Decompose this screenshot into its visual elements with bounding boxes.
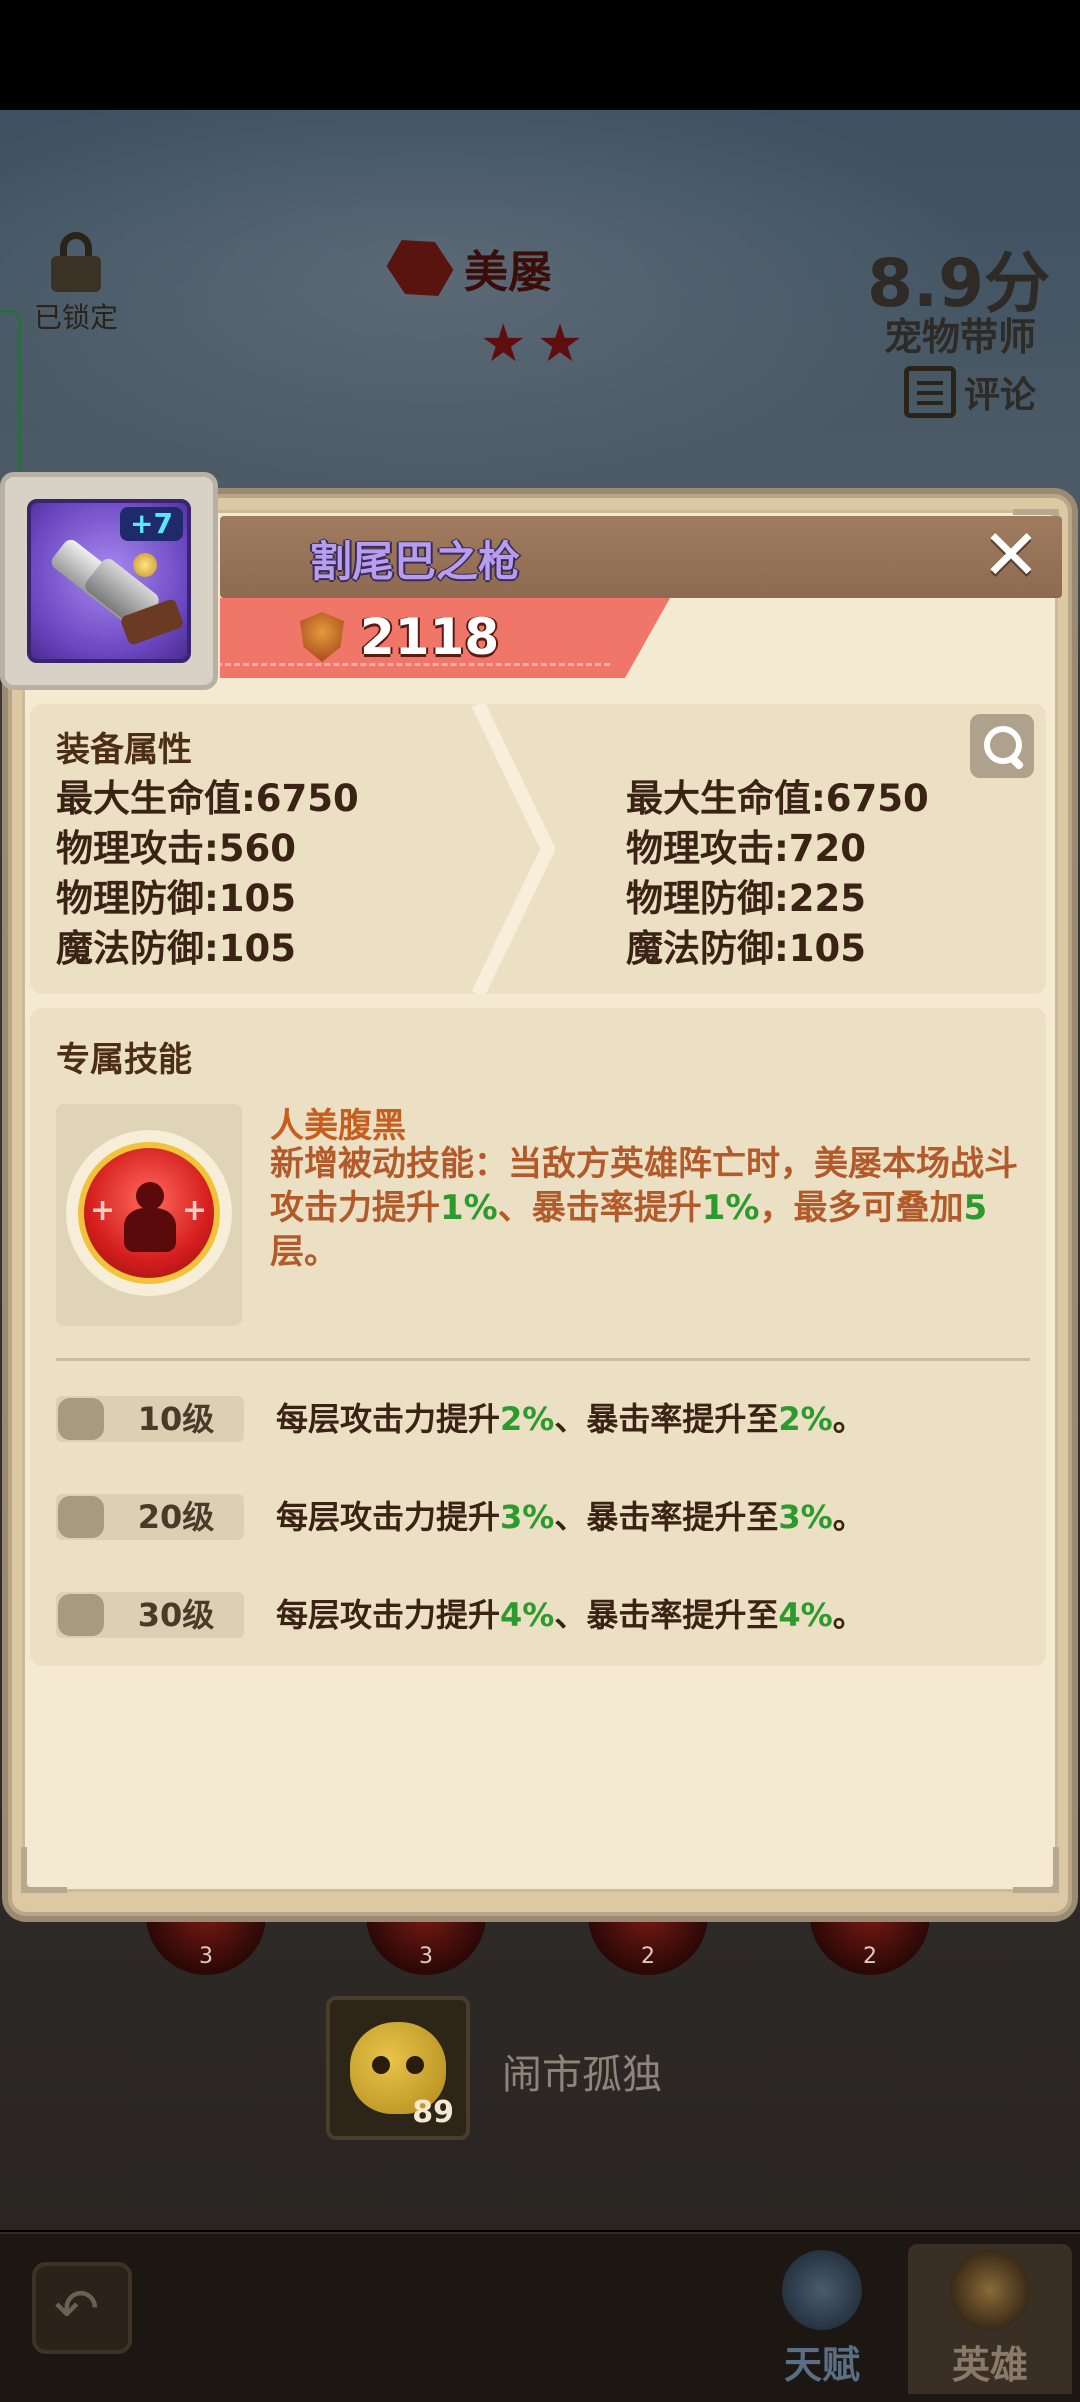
stat-phys-defense: 物理防御:105 [56, 877, 297, 920]
lock-label: 已锁定 [33, 301, 118, 334]
stats-title: 装备属性 [56, 730, 192, 770]
tab-hero-label: 英雄 [951, 2343, 1028, 2387]
equipment-detail-modal: 割尾巴之枪 ✕ 2118 +7 装备属性 最大生命值:6750 物理攻击:560… [0, 472, 1072, 1916]
level-badge: 20级 [56, 1494, 244, 1540]
inspect-button[interactable] [970, 714, 1034, 778]
item-name: 割尾巴之枪 [310, 537, 521, 586]
tab-talent-label: 天赋 [783, 2343, 860, 2387]
stat-hp-next: 最大生命值:6750 [626, 777, 929, 820]
skill-count: 2 [863, 1944, 877, 1969]
level-badge: 10级 [56, 1396, 244, 1442]
gun-icon: +7 [27, 499, 191, 663]
stat-phys-attack: 物理攻击:560 [56, 827, 297, 870]
hero-name: 美屡 [464, 247, 552, 298]
skill-count: 3 [199, 1944, 213, 1969]
skill-icon-box[interactable]: + + [56, 1104, 242, 1326]
lock-toggle[interactable]: 已锁定 [26, 232, 126, 336]
skill-name: 人美腹黑 [270, 1106, 406, 1146]
divider [56, 1358, 1030, 1361]
talent-icon [782, 2250, 862, 2330]
power-shield-icon [300, 612, 344, 662]
level-description: 每层攻击力提升3%、暴击率提升至3%。 [276, 1498, 865, 1536]
rating-label: 宠物带师 [883, 315, 1036, 359]
level-description: 每层攻击力提升2%、暴击率提升至2%。 [276, 1400, 865, 1438]
next-stats: 最大生命值:6750 物理攻击:720 物理防御:225 魔法防御:105 [626, 774, 929, 974]
skill-icon: + + [66, 1130, 232, 1296]
enhance-level-badge: +7 [120, 507, 183, 541]
stat-magic-defense: 魔法防御:105 [56, 927, 297, 970]
skill-count: 3 [419, 1944, 433, 1969]
comment-label: 评论 [963, 375, 1036, 416]
star-icon: ★ [536, 314, 584, 374]
bottom-nav-bar: ↶ 天赋 英雄 [0, 2232, 1080, 2402]
lock-icon [49, 232, 103, 292]
hero-helmet-icon [950, 2250, 1030, 2330]
comment-button[interactable]: 评论 [903, 366, 1036, 418]
pet-name: 闹市孤独 [502, 2052, 662, 2098]
exclusive-skill-panel: 专属技能 + + 人美腹黑 新增被动技能：当敌方英雄阵亡时，美屡本场战斗攻击力提… [30, 1008, 1046, 1666]
skill-section-title: 专属技能 [56, 1040, 192, 1080]
pawn-target-icon: + + [78, 1142, 220, 1284]
item-icon-frame: +7 [0, 472, 218, 690]
tab-hero[interactable]: 英雄 [908, 2244, 1072, 2394]
back-button[interactable]: ↶ [32, 2262, 132, 2354]
equipment-stats-panel: 装备属性 最大生命值:6750 物理攻击:560 物理防御:105 魔法防御:1… [30, 704, 1046, 994]
pet-level: 89 [412, 2095, 454, 2130]
stat-hp: 最大生命值:6750 [56, 777, 359, 820]
hero-faction-icon [379, 227, 461, 309]
skill-count: 2 [641, 1944, 655, 1969]
pet-card[interactable]: 89 [326, 1996, 470, 2140]
star-icon: ★ [480, 314, 527, 374]
back-arrow-icon: ↶ [54, 2277, 100, 2340]
close-button[interactable]: ✕ [976, 520, 1046, 592]
stat-magic-defense-next: 魔法防御:105 [626, 927, 867, 970]
current-stats: 最大生命值:6750 物理攻击:560 物理防御:105 魔法防御:105 [56, 774, 359, 974]
stat-phys-defense-next: 物理防御:225 [626, 877, 867, 920]
level-description: 每层攻击力提升4%、暴击率提升至4%。 [276, 1596, 865, 1634]
hero-title: 美屡 [390, 236, 552, 300]
item-header: 割尾巴之枪 ✕ [220, 516, 1062, 598]
power-value: 2118 [360, 608, 500, 666]
comment-icon [903, 366, 956, 418]
power-band: 2118 [220, 598, 670, 678]
level-badge: 30级 [56, 1592, 244, 1638]
chevron-right-divider [471, 704, 555, 994]
stat-phys-attack-next: 物理攻击:720 [626, 827, 867, 870]
hero-stars: ★ ★ [480, 318, 583, 370]
tab-talent[interactable]: 天赋 [752, 2244, 892, 2394]
skill-description: 新增被动技能：当敌方英雄阵亡时，美屡本场战斗攻击力提升1%、暴击率提升1%，最多… [270, 1144, 1018, 1272]
